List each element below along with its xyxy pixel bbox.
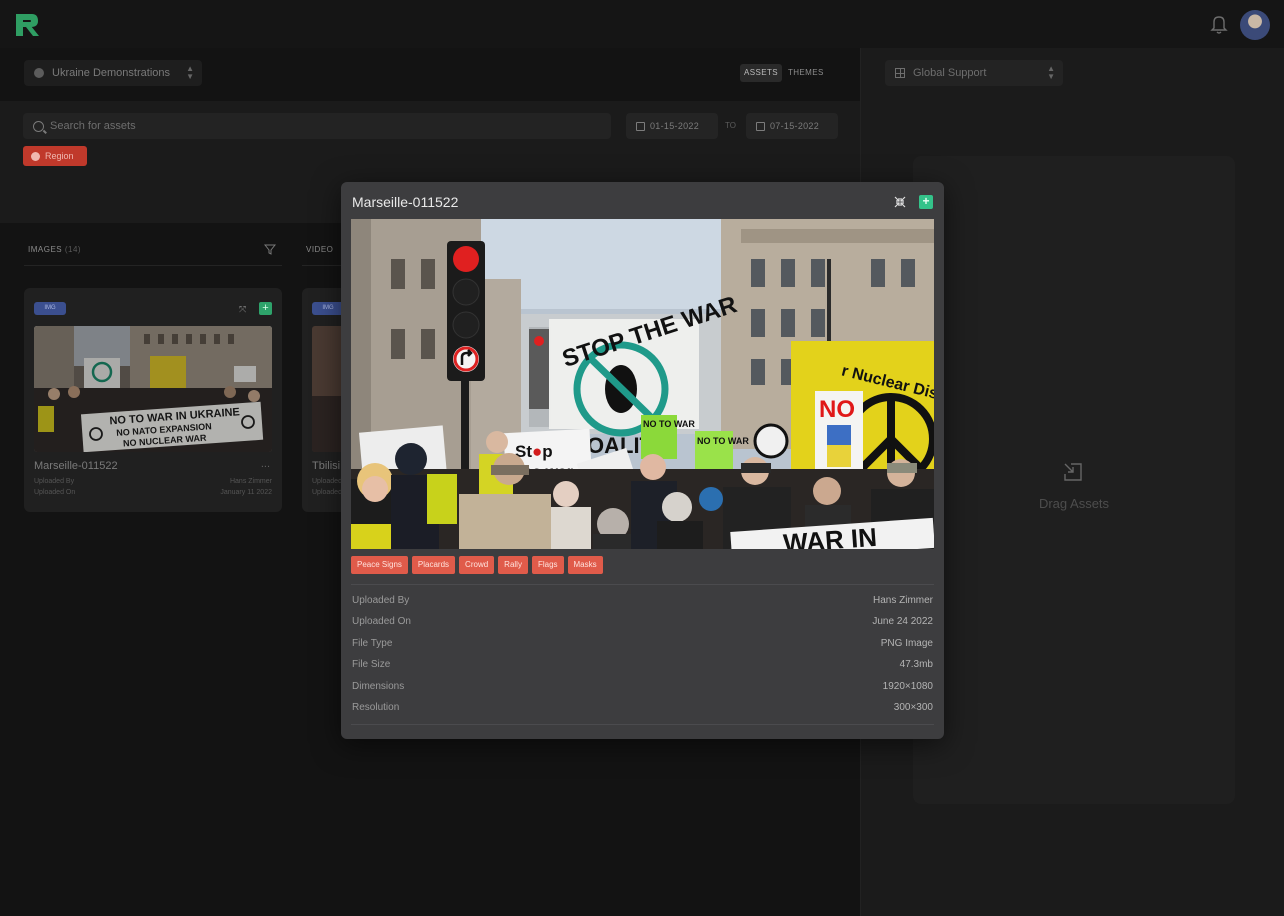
date-to-field[interactable]: 07-15-2022 xyxy=(746,113,838,139)
detail-value: 47.3mb xyxy=(899,659,933,670)
detail-row: File Size 47.3mb xyxy=(352,659,933,675)
asset-card[interactable]: IMG ⤧ + NO TO WAR IN UKRAINE NO NATO EXP… xyxy=(24,288,282,512)
asset-card-title: Marseille-011522 xyxy=(34,460,118,472)
user-avatar[interactable] xyxy=(1240,10,1270,40)
region-filter-chip[interactable]: Region xyxy=(23,146,87,166)
detail-value: 300×300 xyxy=(893,702,933,713)
detail-row: Resolution 300×300 xyxy=(352,702,933,718)
tag-chip[interactable]: Peace Signs xyxy=(351,556,408,574)
date-from-value: 01-15-2022 xyxy=(650,121,700,131)
detail-value: June 24 2022 xyxy=(872,616,933,627)
tab-themes[interactable]: THEMES xyxy=(784,64,828,82)
modal-title: Marseille-011522 xyxy=(352,194,459,210)
search-placeholder: Search for assets xyxy=(50,120,136,132)
detail-label: File Size xyxy=(352,659,391,670)
date-to-value: 07-15-2022 xyxy=(770,121,820,131)
drop-zone-label: Drag Assets xyxy=(1038,496,1110,511)
divider xyxy=(351,724,934,725)
collapse-icon[interactable] xyxy=(894,196,906,208)
detail-label: Resolution xyxy=(352,702,400,713)
asset-thumbnail[interactable]: NO TO WAR IN UKRAINE NO NATO EXPANSION N… xyxy=(34,326,272,452)
search-icon xyxy=(33,120,44,132)
calendar-icon xyxy=(636,121,645,131)
uploaded-on-value: January 11 2022 xyxy=(220,489,272,496)
detail-row: File Type PNG Image xyxy=(352,638,933,654)
detail-label: File Type xyxy=(352,638,393,649)
asset-type-badge: IMG xyxy=(312,302,344,315)
r-logo-icon[interactable] xyxy=(14,12,40,38)
detail-row: Uploaded On June 24 2022 xyxy=(352,616,933,632)
drop-zone[interactable]: Drag Assets xyxy=(913,156,1235,804)
project-select[interactable]: Ukraine Demonstrations ▲ ▼ xyxy=(24,60,202,86)
top-bar xyxy=(0,0,1284,48)
asset-type-badge: IMG xyxy=(34,302,66,315)
tag-chip[interactable]: Rally xyxy=(498,556,528,574)
images-column-label: IMAGES (14) xyxy=(28,245,82,254)
asset-card-title: Tbilisi xyxy=(312,460,341,472)
divider xyxy=(351,584,934,585)
asset-preview-image: STOP THE WAR OALIT r Nuclear Dis NO NO T… xyxy=(351,219,934,549)
tag-chip[interactable]: Masks xyxy=(567,556,603,574)
calendar-icon xyxy=(756,121,765,131)
photo-sign-no-to-war: NO TO WAR xyxy=(697,436,749,446)
theme-select-label: Global Support xyxy=(913,67,987,79)
add-asset-icon[interactable]: + xyxy=(259,302,272,315)
region-filter-label: Region xyxy=(45,151,74,161)
photo-sign-no-to-war: NO TO WAR xyxy=(643,419,695,429)
date-range-separator: TO xyxy=(725,121,736,130)
detail-row: Uploaded By Hans Zimmer xyxy=(352,595,933,611)
detail-value: PNG Image xyxy=(880,638,933,649)
asset-preview-modal: Marseille-011522 + STOP THE WAR OALIT r … xyxy=(341,182,944,739)
project-select-label: Ukraine Demonstrations xyxy=(52,67,170,79)
add-asset-button[interactable]: + xyxy=(919,195,933,209)
uploaded-on-label: Uploaded On xyxy=(34,489,76,496)
filter-funnel-icon[interactable] xyxy=(264,243,276,255)
search-input[interactable]: Search for assets xyxy=(23,113,611,139)
tag-list: Peace Signs Placards Crowd Rally Flags M… xyxy=(351,556,603,574)
theme-select[interactable]: Global Support ▲ ▼ xyxy=(885,60,1063,86)
view-toggle: ASSETS THEMES xyxy=(740,64,828,82)
bell-icon[interactable] xyxy=(1210,14,1228,34)
detail-label: Dimensions xyxy=(352,681,405,692)
tag-chip[interactable]: Crowd xyxy=(459,556,495,574)
expand-icon[interactable]: ⤧ xyxy=(239,304,249,314)
tag-chip[interactable]: Flags xyxy=(531,556,564,574)
date-from-field[interactable]: 01-15-2022 xyxy=(626,113,718,139)
chevron-updown-icon: ▲ ▼ xyxy=(1047,64,1055,81)
uploaded-by-value: Hans Zimmer xyxy=(229,478,272,485)
drag-in-icon xyxy=(1064,463,1082,481)
chevron-updown-icon: ▲ ▼ xyxy=(186,64,194,81)
tag-chip[interactable]: Placards xyxy=(411,556,456,574)
cube-icon xyxy=(34,68,44,78)
video-column-label: VIDEO xyxy=(306,245,334,254)
photo-sign-no: NO xyxy=(819,396,855,423)
grid-icon xyxy=(895,68,905,78)
uploaded-by-label: Uploaded By xyxy=(34,478,75,485)
detail-label: Uploaded On xyxy=(352,616,411,627)
detail-row: Dimensions 1920×1080 xyxy=(352,681,933,697)
remove-filter-icon[interactable] xyxy=(31,151,40,161)
detail-value: Hans Zimmer xyxy=(872,595,933,606)
tab-assets[interactable]: ASSETS xyxy=(740,64,782,82)
more-options-icon[interactable]: ... xyxy=(261,458,270,470)
detail-value: 1920×1080 xyxy=(882,681,933,692)
images-column-header: IMAGES (14) xyxy=(24,234,282,266)
detail-label: Uploaded By xyxy=(352,595,410,606)
